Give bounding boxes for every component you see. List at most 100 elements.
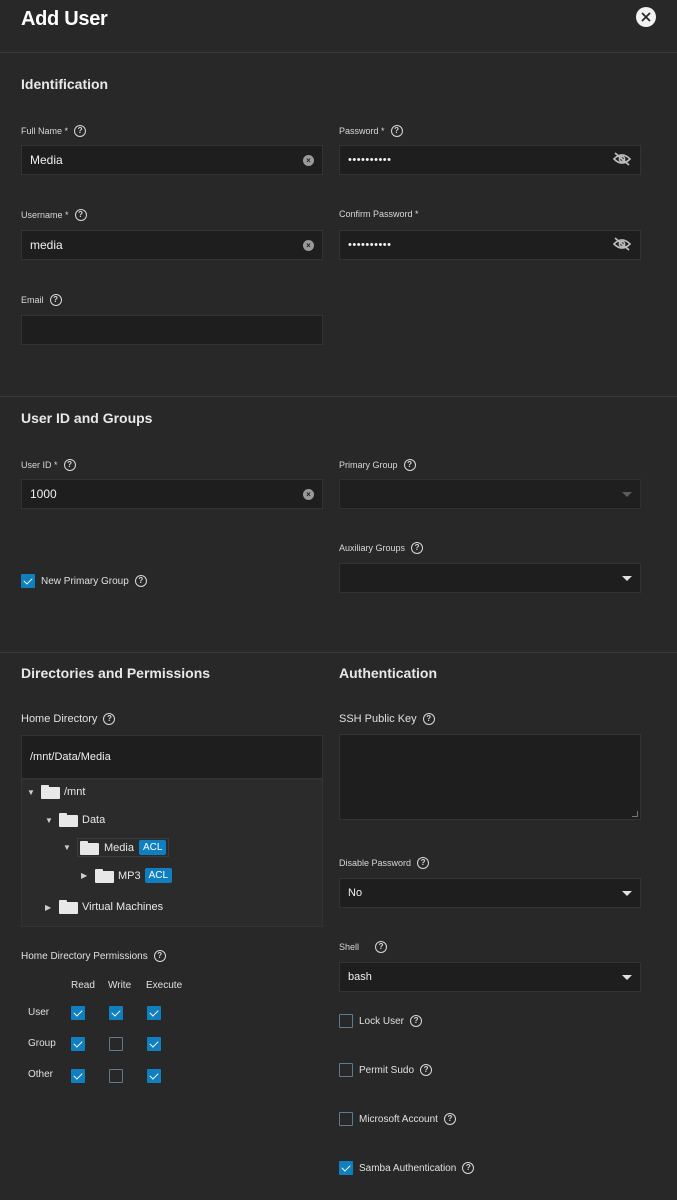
permit-sudo-checkbox[interactable] [339, 1063, 353, 1077]
section-title-user-id-groups: User ID and Groups [21, 410, 153, 426]
user-id-input[interactable]: 1000 × [21, 479, 323, 509]
home-dir-permissions-label: Home Directory Permissions ? [21, 950, 166, 962]
section-title-identification: Identification [21, 76, 109, 92]
chevron-down-icon [622, 890, 632, 896]
chevron-down-icon [622, 974, 632, 980]
help-icon[interactable]: ? [153, 950, 166, 962]
perm-col-write: Write [108, 980, 132, 991]
section-title-authentication: Authentication [339, 665, 437, 681]
tree-node-virtual-machines[interactable]: ▶ Virtual Machines [45, 900, 163, 914]
help-icon[interactable]: ? [134, 575, 147, 587]
help-icon[interactable]: ? [411, 542, 424, 554]
ssh-public-key-label: SSH Public Key ? [339, 713, 435, 725]
username-input[interactable]: media × [21, 230, 323, 260]
close-icon[interactable] [636, 7, 656, 27]
shell-label: Shell ? [339, 941, 388, 953]
auxiliary-groups-label: Auxiliary Groups ? [339, 542, 424, 554]
folder-icon [59, 900, 78, 914]
perm-row-group: Group [28, 1038, 56, 1049]
help-icon[interactable]: ? [443, 1113, 456, 1125]
collapse-triangle-icon[interactable]: ▼ [27, 788, 37, 797]
user-id-label: User ID * ? [21, 459, 76, 471]
clear-icon[interactable]: × [303, 239, 314, 251]
new-primary-group-row: New Primary Group ? [21, 574, 147, 588]
username-label: Username * ? [21, 209, 87, 221]
new-primary-group-checkbox[interactable] [21, 574, 35, 588]
password-label: Password * ? [339, 125, 403, 137]
ssh-public-key-textarea[interactable] [339, 734, 641, 820]
help-icon[interactable]: ? [422, 713, 435, 725]
help-icon[interactable]: ? [74, 209, 87, 221]
help-icon[interactable]: ? [103, 713, 116, 725]
tree-node-data[interactable]: ▼ Data [45, 813, 105, 827]
help-icon[interactable]: ? [74, 125, 87, 137]
dialog-title: Add User [21, 8, 108, 30]
perm-user-write-checkbox[interactable] [109, 1006, 123, 1020]
primary-group-select[interactable] [339, 479, 641, 509]
perm-row-other: Other [28, 1069, 54, 1080]
eye-off-icon[interactable] [612, 151, 632, 169]
folder-icon [59, 813, 78, 827]
tree-node-mnt[interactable]: ▼ /mnt [27, 785, 85, 799]
help-icon[interactable]: ? [462, 1162, 475, 1174]
perm-col-execute: Execute [146, 980, 183, 991]
confirm-password-label: Confirm Password * [339, 209, 419, 219]
perm-group-read-checkbox[interactable] [71, 1037, 85, 1051]
perm-other-write-checkbox[interactable] [109, 1069, 123, 1083]
help-icon[interactable]: ? [403, 459, 416, 471]
email-label: Email ? [21, 294, 62, 306]
chevron-down-icon [622, 491, 632, 497]
perm-other-execute-checkbox[interactable] [147, 1069, 161, 1083]
full-name-input[interactable]: Media × [21, 145, 323, 175]
disable-password-label: Disable Password ? [339, 857, 430, 869]
samba-authentication-row: Samba Authentication ? [339, 1161, 475, 1175]
auxiliary-groups-select[interactable] [339, 563, 641, 593]
expand-triangle-icon[interactable]: ▶ [81, 871, 91, 880]
help-icon[interactable]: ? [420, 1064, 433, 1076]
folder-icon [41, 785, 60, 799]
acl-badge: ACL [144, 868, 173, 883]
email-input[interactable] [21, 315, 323, 345]
help-icon[interactable]: ? [390, 125, 403, 137]
help-icon[interactable]: ? [410, 1015, 423, 1027]
lock-user-row: Lock User ? [339, 1014, 423, 1028]
home-directory-input[interactable]: /mnt/Data/Media [21, 735, 323, 779]
confirm-password-input[interactable]: •••••••••• [339, 230, 641, 260]
password-input[interactable]: •••••••••• [339, 145, 641, 175]
tree-node-mp3[interactable]: ▶ MP3 ACL [81, 868, 173, 883]
perm-other-read-checkbox[interactable] [71, 1069, 85, 1083]
perm-row-user: User [28, 1007, 50, 1018]
primary-group-label: Primary Group ? [339, 459, 416, 471]
section-divider [0, 652, 677, 653]
section-title-directories: Directories and Permissions [21, 665, 211, 681]
expand-triangle-icon[interactable]: ▶ [45, 903, 55, 912]
perm-user-read-checkbox[interactable] [71, 1006, 85, 1020]
tree-node-media[interactable]: ▼ Media ACL [63, 838, 170, 857]
perm-group-execute-checkbox[interactable] [147, 1037, 161, 1051]
help-icon[interactable]: ? [417, 857, 430, 869]
lock-user-checkbox[interactable] [339, 1014, 353, 1028]
shell-select[interactable]: bash [339, 962, 641, 992]
microsoft-account-row: Microsoft Account ? [339, 1112, 456, 1126]
permit-sudo-row: Permit Sudo ? [339, 1063, 433, 1077]
samba-authentication-checkbox[interactable] [339, 1161, 353, 1175]
disable-password-select[interactable]: No [339, 878, 641, 908]
header-divider [0, 52, 677, 53]
clear-icon[interactable]: × [303, 488, 314, 500]
chevron-down-icon [622, 575, 632, 581]
help-icon[interactable]: ? [63, 459, 76, 471]
help-icon[interactable]: ? [49, 294, 62, 306]
collapse-triangle-icon[interactable]: ▼ [63, 843, 73, 852]
full-name-label: Full Name * ? [21, 125, 87, 137]
perm-col-read: Read [71, 980, 95, 991]
resize-grip-icon[interactable] [632, 811, 638, 817]
eye-off-icon[interactable] [612, 236, 632, 254]
help-icon[interactable]: ? [375, 941, 388, 953]
microsoft-account-checkbox[interactable] [339, 1112, 353, 1126]
collapse-triangle-icon[interactable]: ▼ [45, 816, 55, 825]
perm-group-write-checkbox[interactable] [109, 1037, 123, 1051]
clear-icon[interactable]: × [303, 154, 314, 166]
perm-user-execute-checkbox[interactable] [147, 1006, 161, 1020]
folder-icon [95, 868, 114, 883]
home-directory-label: Home Directory ? [21, 713, 116, 725]
